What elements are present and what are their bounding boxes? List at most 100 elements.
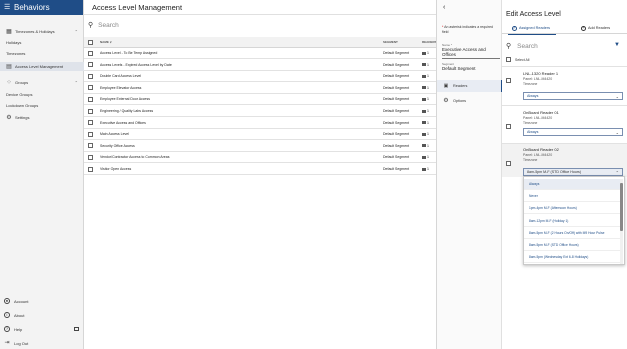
nav-log-out[interactable]: ⇥ Log Out [0, 338, 84, 348]
nav-item-groups[interactable]: ⁘ Groups ⌃ [0, 78, 84, 87]
access-level-name[interactable]: Double Card Access Level [100, 74, 141, 78]
row-checkbox[interactable] [88, 85, 93, 91]
panel-section-options[interactable]: ⚙ Options [437, 95, 502, 107]
nav-account[interactable]: ● Account [0, 296, 84, 306]
access-level-name[interactable]: Employee External Door Access [100, 97, 150, 101]
reader-panel: Panel: LNL-M4420 [523, 77, 553, 81]
nav-item-timezones[interactable]: Timezones [0, 49, 84, 58]
access-level-name[interactable]: Executive Access and Offices [100, 121, 146, 125]
timezone-option[interactable]: 8am-12pm M-F (Holiday 1) [524, 216, 620, 227]
reader-search-bar[interactable]: ⚲ Search ▼ [506, 42, 624, 50]
table-row[interactable]: Double Card Access Level Default Segment 1 [84, 71, 436, 83]
row-checkbox[interactable] [88, 166, 93, 172]
row-checkbox[interactable] [88, 62, 93, 68]
tab-assigned-readers[interactable]: ✓ Assigned Readers [507, 22, 557, 35]
reader-checkbox[interactable] [506, 124, 511, 129]
reader-search-input[interactable]: Search [517, 43, 538, 50]
timezone-option[interactable]: Never [524, 191, 620, 203]
section-label: Readers [453, 84, 468, 88]
timezone-option[interactable]: 1pm-4pm M-F (Afternoon Hours) [524, 203, 620, 215]
table-row[interactable]: Visitor Open Access Default Segment 1 [84, 164, 436, 175]
row-checkbox[interactable] [88, 73, 93, 79]
nav-item-holidays[interactable]: Holidays [0, 38, 84, 47]
timezone-option[interactable]: Always [524, 179, 620, 190]
nav-item-label: Account [14, 298, 29, 304]
table-row[interactable]: Vendor/Contractor Access to Common Areas… [84, 152, 436, 164]
nav-about[interactable]: i About [0, 310, 84, 320]
table-row[interactable]: Executive Access and Offices Default Segm… [84, 118, 436, 129]
calendar-icon: ▦ [6, 28, 12, 35]
menu-icon[interactable]: ☰ [4, 4, 10, 11]
menu-scrollbar[interactable] [620, 179, 623, 264]
nav-item-timezones-holidays[interactable]: ▦ Timezones & Holidays ⌃ [0, 27, 84, 36]
readers-cell: 1 [422, 86, 429, 90]
select-all-readers[interactable]: Select All [506, 57, 529, 62]
nav-item-settings[interactable]: ⚙ Settings [0, 113, 84, 122]
access-level-name[interactable]: Access Levels - Expired Access Level by … [100, 63, 172, 67]
nav-help[interactable]: ? Help [0, 324, 84, 334]
section-label: Options [453, 99, 467, 103]
access-level-name[interactable]: Vendor/Contractor Access to Common Areas [100, 155, 169, 159]
filter-icon[interactable]: ▼ [614, 42, 620, 48]
table-row[interactable]: Engineering / Quality Labs Access Default… [84, 106, 436, 117]
nav-item-lockdown-groups[interactable]: Lockdown Groups [0, 101, 84, 110]
timezone-option[interactable]: 8am-5pm (Wednesday Ext 6-8 Holidays) [524, 252, 620, 264]
row-checkbox[interactable] [88, 154, 93, 160]
column-header-readers[interactable]: READERS [422, 40, 437, 44]
scrollbar-thumb[interactable] [620, 183, 623, 231]
access-level-name[interactable]: Visitor Open Access [100, 167, 131, 171]
timezone-option[interactable]: 8am-5pm M-F (STD Office Hours) [524, 240, 620, 251]
chevron-down-icon: ⌄ [615, 129, 619, 135]
table-row[interactable]: Access Levels - Expired Access Level by … [84, 60, 436, 71]
table-row[interactable]: Employee Elevator Access Default Segment 1 [84, 83, 436, 94]
column-header-segment[interactable]: SEGMENT [383, 40, 398, 44]
panel-section-readers[interactable]: ▣ Readers [437, 80, 502, 92]
access-level-name[interactable]: Access Level - To Be Temp Assigned [100, 51, 157, 55]
readers-count: 1 [427, 132, 429, 137]
readers-cell: 1 [422, 63, 429, 67]
row-checkbox[interactable] [88, 108, 93, 114]
access-level-list: Access Level Management ⚲ Search NAME ∨ … [84, 0, 437, 349]
reader-icon [422, 132, 426, 136]
timezone-option[interactable]: 8am-5pm M-F (2 Hours On/Off) with M9 Hou… [524, 228, 620, 239]
name-value[interactable]: Executive Access and Offices [442, 47, 500, 57]
access-level-name[interactable]: Engineering / Quality Labs Access [100, 109, 153, 113]
row-checkbox[interactable] [88, 131, 93, 137]
segment-value: Default Segment [442, 66, 476, 71]
timezone-dropdown-open[interactable]: 8am-5pm M-F (STD Office Hours) ⌃ [523, 168, 623, 176]
row-checkbox[interactable] [88, 50, 93, 56]
reader-checkbox[interactable] [506, 161, 511, 166]
search-icon: ⚲ [506, 43, 512, 50]
access-level-name[interactable]: Main Access Level [100, 132, 129, 136]
select-all-checkbox[interactable] [88, 39, 93, 45]
nav-item-access-level-management[interactable]: ▤ Access Level Management [0, 62, 84, 71]
search-input[interactable]: Search [98, 22, 119, 29]
row-checkbox[interactable] [88, 143, 93, 149]
app-title: Behaviors [14, 3, 50, 12]
select-all-checkbox[interactable] [506, 57, 511, 62]
access-level-name[interactable]: Employee Elevator Access [100, 86, 141, 90]
left-nav: ☰ Behaviors ▦ Timezones & Holidays ⌃ Hol… [0, 0, 84, 349]
row-checkbox[interactable] [88, 120, 93, 126]
readers-count: 1 [427, 74, 429, 79]
readers-count: 1 [427, 143, 429, 148]
external-link-icon [74, 327, 79, 331]
nav-item-label: Timezones & Holidays [15, 29, 55, 34]
back-arrow-icon[interactable]: ‹ [443, 4, 445, 11]
name-field[interactable]: Name * Executive Access and Offices [442, 43, 500, 59]
timezone-dropdown[interactable]: Always ⌄ [523, 92, 623, 100]
row-checkbox[interactable] [88, 96, 93, 102]
timezone-value: Always [527, 130, 539, 134]
reader-checkbox[interactable] [506, 78, 511, 83]
column-header-name[interactable]: NAME ∨ [100, 40, 112, 44]
access-level-name[interactable]: Security Office Access [100, 144, 135, 148]
table-row[interactable]: Security Office Access Default Segment 1 [84, 141, 436, 152]
table-row[interactable]: Main Access Level Default Segment 1 [84, 129, 436, 141]
timezone-dropdown[interactable]: Always ⌄ [523, 128, 623, 136]
search-bar[interactable]: ⚲ Search [88, 21, 119, 30]
table-row[interactable]: Employee External Door Access Default Seg… [84, 94, 436, 106]
page-title: Access Level Management [84, 0, 436, 15]
tab-add-readers[interactable]: + Add Readers [581, 22, 610, 34]
nav-item-device-groups[interactable]: Device Groups [0, 90, 84, 99]
table-row[interactable]: Access Level - To Be Temp Assigned Defaul… [84, 48, 436, 59]
